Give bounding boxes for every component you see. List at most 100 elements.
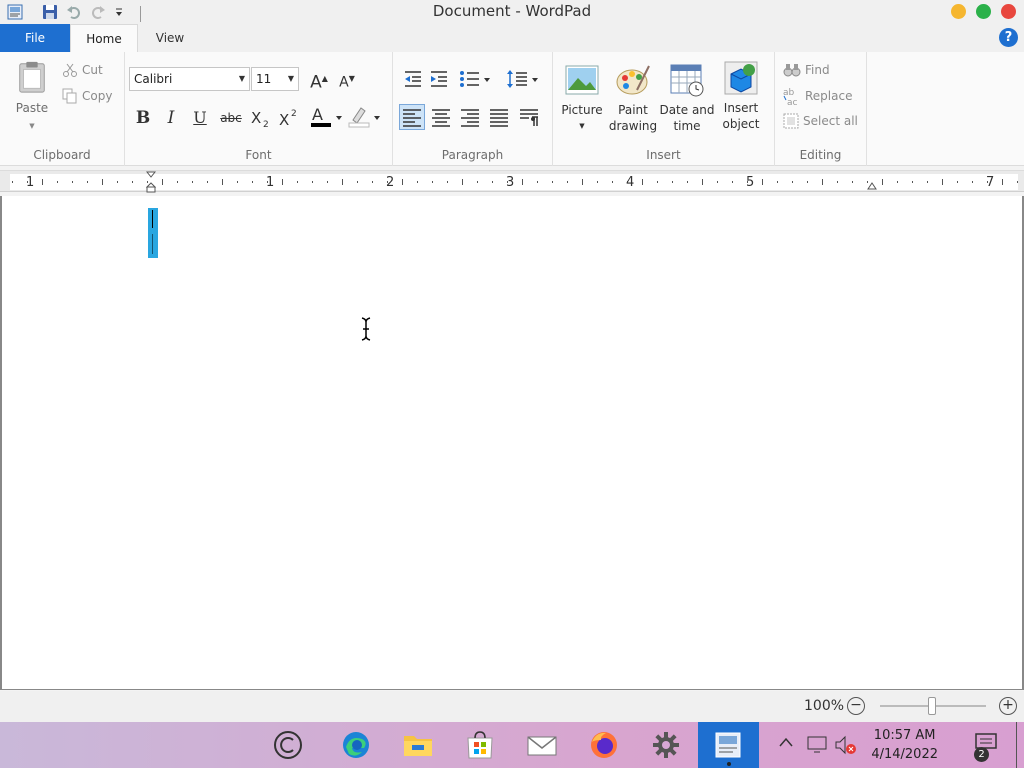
tab-home[interactable]: Home <box>70 24 138 52</box>
svg-text:ac: ac <box>787 98 798 106</box>
font-size-select[interactable]: 11 ▼ <box>251 67 299 91</box>
ruler-tick <box>762 179 763 185</box>
wordpad-taskbar-icon <box>715 732 741 758</box>
left-indent-marker[interactable] <box>145 171 157 196</box>
ruler[interactable]: 1 1 2 3 4 5 7 <box>0 170 1024 195</box>
italic-button[interactable]: I <box>159 106 183 130</box>
ruler-tick <box>582 179 583 185</box>
ruler-tick <box>687 181 688 183</box>
ruler-number: 4 <box>626 175 635 190</box>
highlighter-icon <box>348 107 380 128</box>
insert-object-label-line1: Insert <box>723 101 759 115</box>
insert-object-icon <box>724 61 758 95</box>
justify-button[interactable] <box>487 105 511 129</box>
ruler-tick <box>12 181 13 183</box>
increase-indent-icon <box>431 71 447 87</box>
text-color-button[interactable]: A <box>309 104 345 128</box>
settings-gear-icon[interactable] <box>650 730 682 760</box>
ruler-tick <box>102 179 103 185</box>
ruler-tick <box>357 181 358 183</box>
align-center-button[interactable] <box>429 105 453 129</box>
underline-button[interactable]: U <box>188 106 212 130</box>
network-icon[interactable] <box>806 734 828 757</box>
line-spacing-button[interactable] <box>505 67 541 91</box>
show-hidden-icons-icon[interactable] <box>778 736 794 751</box>
increase-indent-button[interactable] <box>427 67 451 91</box>
picture-dropdown-icon[interactable]: ▼ <box>557 118 607 134</box>
bullets-button[interactable] <box>457 67 493 91</box>
decrease-indent-button[interactable] <box>401 67 425 91</box>
status-bar: 100% − + <box>0 691 1024 722</box>
font-family-select[interactable]: Calibri ▼ <box>129 67 250 91</box>
copyright-app-icon[interactable] <box>272 730 304 760</box>
align-left-icon <box>403 109 421 127</box>
bold-button[interactable]: B <box>131 106 155 130</box>
ruler-tick <box>1002 179 1003 185</box>
clock-date: 4/14/2022 <box>871 747 938 762</box>
insert-object-label-line2: object <box>722 117 760 131</box>
maximize-button[interactable] <box>976 4 991 19</box>
highlight-color-button[interactable] <box>347 104 383 128</box>
ruler-tick <box>297 181 298 183</box>
minimize-button[interactable] <box>951 4 966 19</box>
svg-text:2: 2 <box>263 120 269 130</box>
close-button[interactable] <box>1001 4 1016 19</box>
ruler-tick <box>117 181 118 183</box>
ruler-number: 3 <box>506 175 515 190</box>
system-clock[interactable]: 10:57 AM 4/14/2022 <box>871 726 938 764</box>
calendar-clock-icon <box>670 64 704 97</box>
cut-button[interactable]: Cut <box>62 62 103 78</box>
paste-icon <box>19 61 45 93</box>
ruler-tick <box>672 181 673 183</box>
ruler-tick <box>807 181 808 183</box>
tab-view[interactable]: View <box>150 24 190 52</box>
edge-browser-icon[interactable] <box>340 730 372 760</box>
find-button[interactable]: Find <box>783 62 830 78</box>
mail-icon[interactable] <box>526 730 558 760</box>
strikethrough-button[interactable]: abc <box>217 106 245 130</box>
tab-file[interactable]: File <box>0 24 70 52</box>
replace-button[interactable]: ab ac Replace <box>783 86 852 106</box>
right-indent-marker[interactable] <box>867 181 877 195</box>
ruler-tick <box>972 181 973 183</box>
paste-button[interactable]: Paste ▼ <box>10 58 54 134</box>
copy-button[interactable]: Copy <box>62 88 112 104</box>
shrink-font-button[interactable]: A▼ <box>335 67 359 91</box>
paragraph-settings-button[interactable] <box>517 105 541 129</box>
zoom-slider-thumb[interactable] <box>928 697 936 715</box>
ruler-tick <box>912 181 913 183</box>
date-time-button[interactable]: Date and time <box>659 62 715 134</box>
subscript-button[interactable]: X2 <box>249 106 273 130</box>
document-area[interactable] <box>0 196 1024 690</box>
ruler-tick <box>417 181 418 183</box>
insert-object-button[interactable]: Insert object <box>717 60 765 132</box>
ruler-tick <box>642 179 643 185</box>
microsoft-store-icon[interactable] <box>464 730 496 760</box>
show-desktop-button[interactable] <box>1016 722 1024 768</box>
firefox-icon[interactable] <box>588 730 620 760</box>
wordpad-taskbar-button[interactable] <box>698 722 759 768</box>
superscript-button[interactable]: X2 <box>277 106 301 130</box>
ruler-tick <box>87 181 88 183</box>
ruler-tick <box>777 181 778 183</box>
find-label: Find <box>805 63 830 77</box>
file-explorer-icon[interactable] <box>402 730 434 760</box>
zoom-level: 100% <box>804 698 845 714</box>
ruler-tick <box>207 181 208 183</box>
zoom-out-button[interactable]: − <box>847 697 865 715</box>
volume-muted-icon[interactable] <box>834 734 858 759</box>
replace-icon: abac <box>783 88 798 106</box>
grow-font-button[interactable]: A▲ <box>307 67 331 93</box>
select-all-button[interactable]: Select all <box>783 113 858 129</box>
align-left-button[interactable] <box>399 104 425 130</box>
ruler-tick <box>132 181 133 183</box>
help-button[interactable]: ? <box>999 28 1018 47</box>
zoom-in-button[interactable]: + <box>999 697 1017 715</box>
font-group-label: Font <box>245 148 272 162</box>
shrink-font-label: A <box>339 74 349 91</box>
paste-dropdown-icon[interactable]: ▼ <box>10 118 54 134</box>
picture-button[interactable]: Picture ▼ <box>557 62 607 134</box>
align-right-button[interactable] <box>458 105 482 129</box>
paint-drawing-button[interactable]: Paint drawing <box>607 62 659 134</box>
justify-icon <box>490 109 508 127</box>
